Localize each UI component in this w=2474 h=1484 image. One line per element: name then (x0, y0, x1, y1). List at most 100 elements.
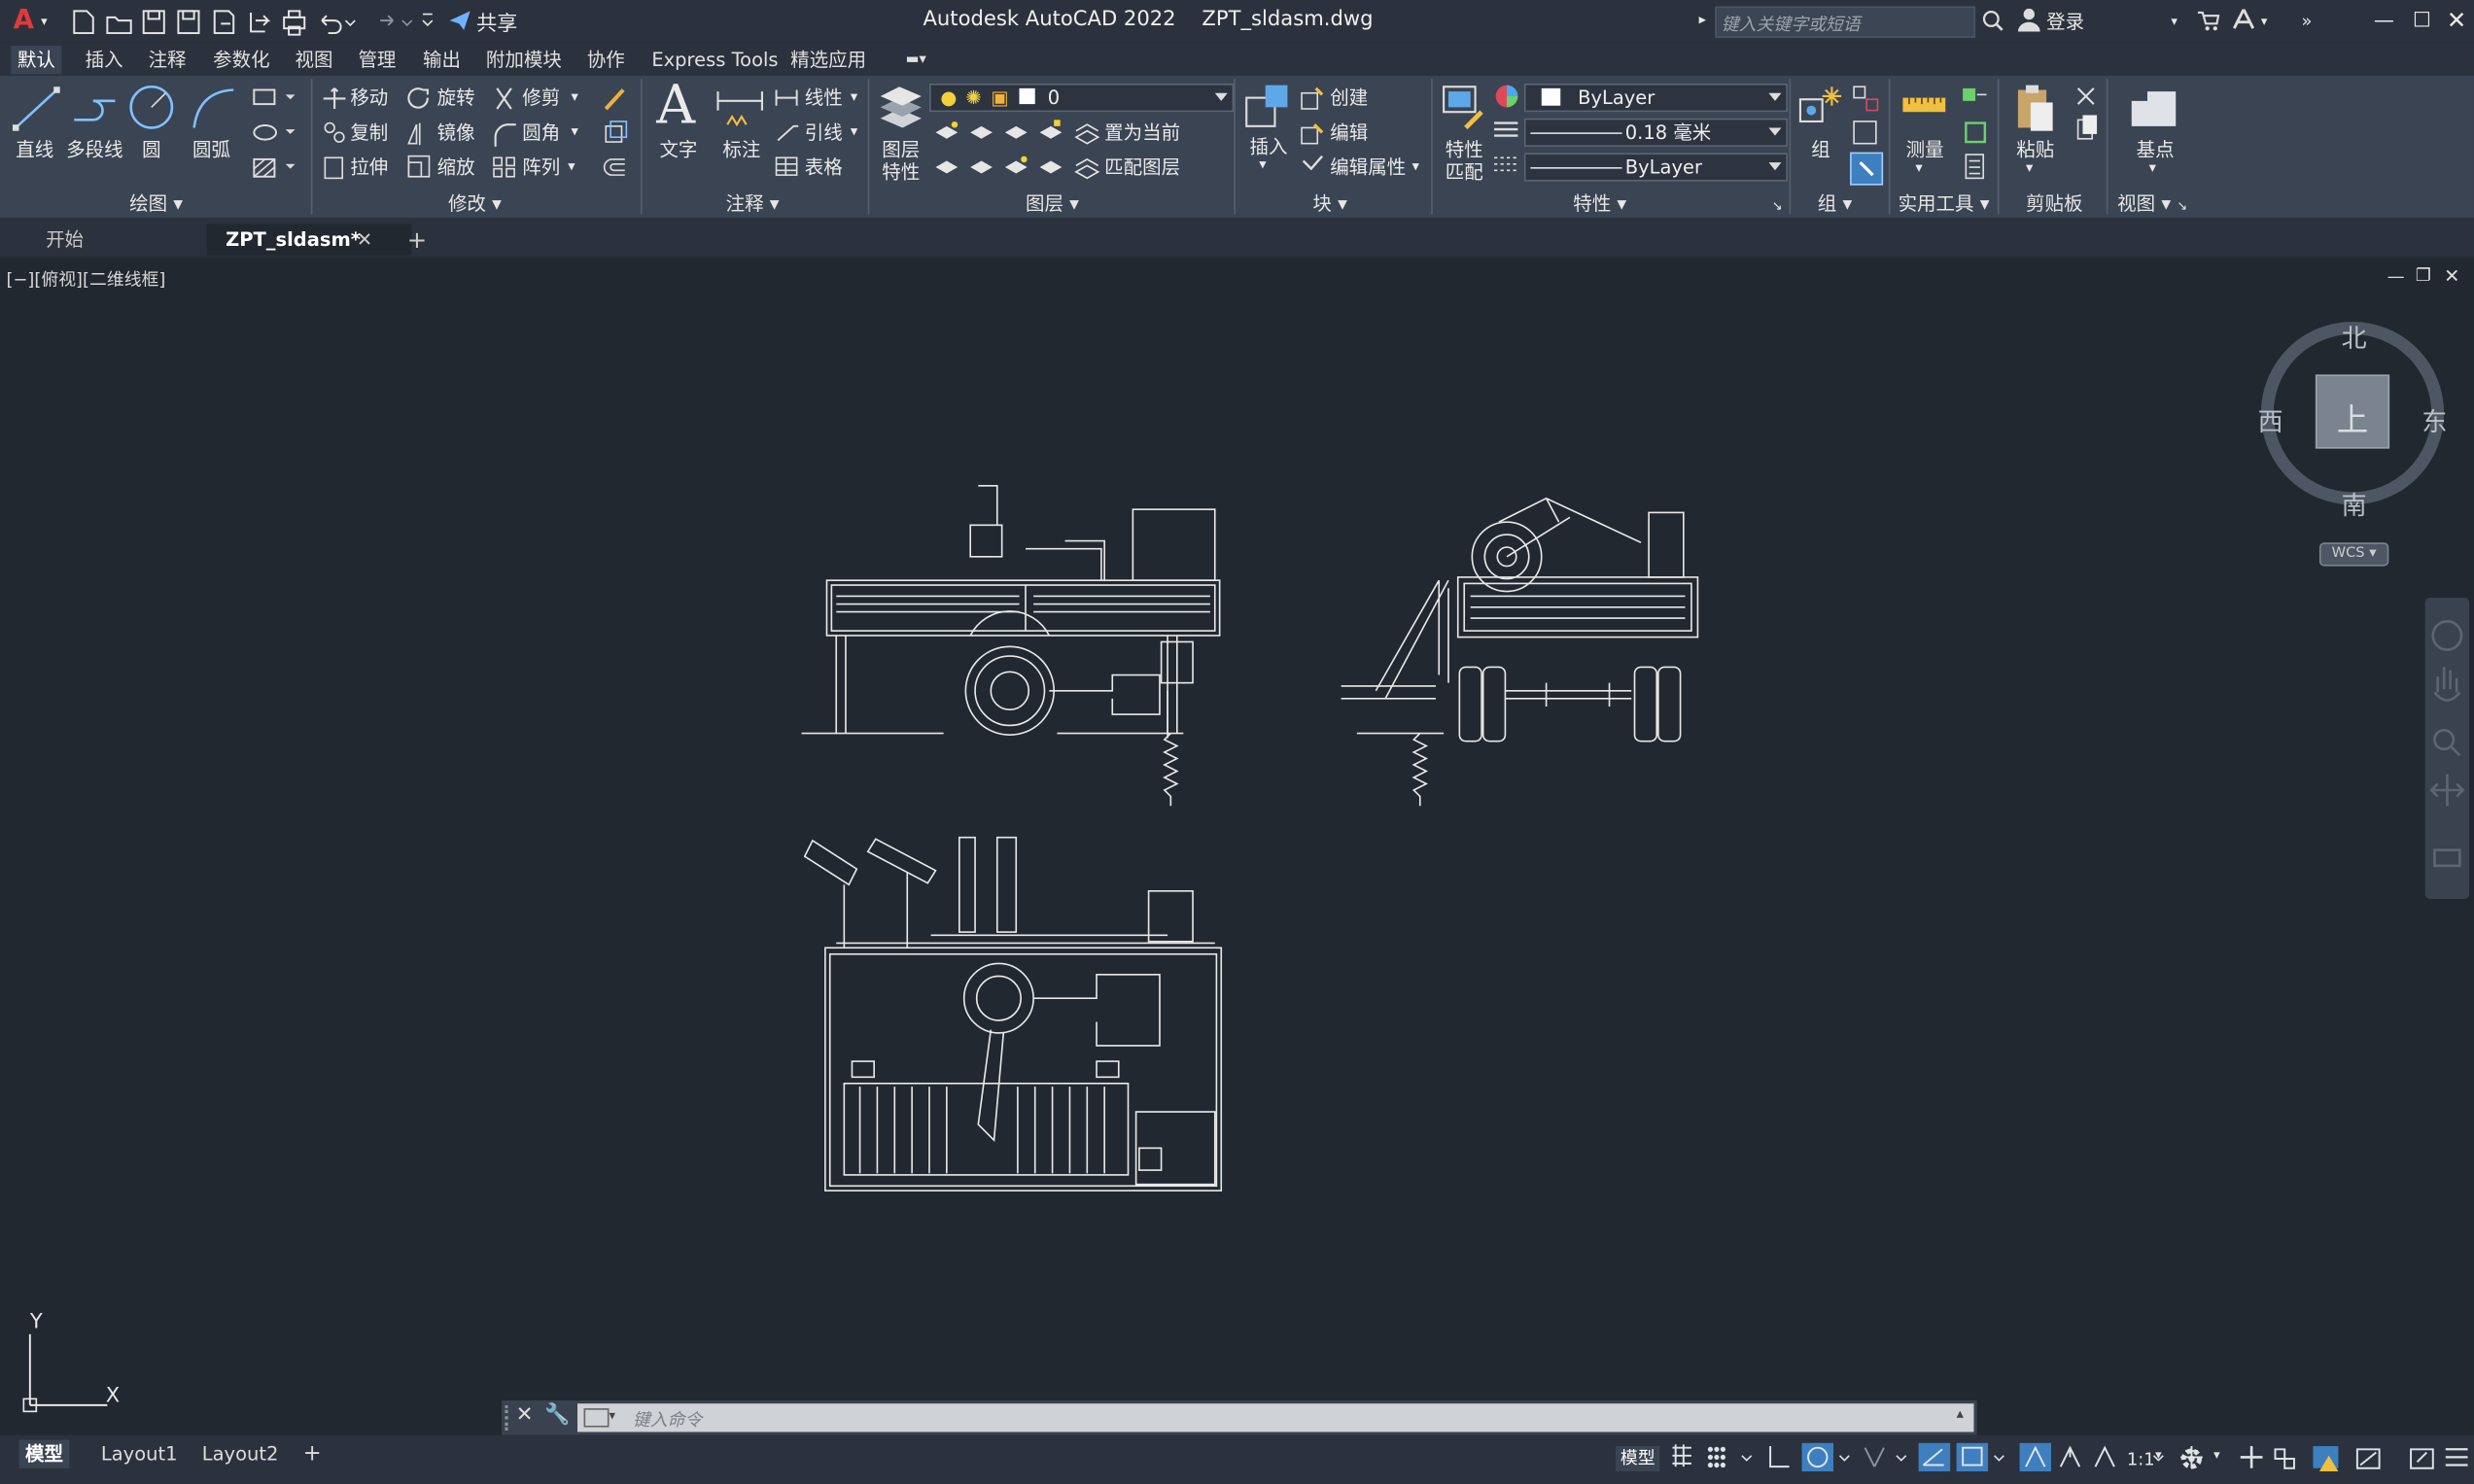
circle-button-label[interactable]: 圆 (142, 139, 161, 161)
polyline-button-label[interactable]: 多段线 (66, 139, 122, 161)
share-button[interactable]: 共享 (476, 6, 517, 35)
drawing-canvas[interactable]: [−][俯视][二维线框] — ❐ ✕ 北 南 东 西 上 WCS ▾ Y X (0, 257, 2474, 1435)
clipboard-tools[interactable] (2073, 86, 2102, 149)
array-button[interactable]: 阵列 (522, 156, 560, 179)
viewcube-south[interactable]: 南 (2342, 484, 2367, 522)
layer-tool-icons[interactable] (934, 120, 1076, 186)
tab-layout2[interactable]: Layout2 (195, 1440, 285, 1468)
line-icon[interactable] (12, 86, 60, 133)
chevron-down-icon[interactable]: ▾ (38, 6, 51, 34)
polyline-icon[interactable] (71, 86, 119, 133)
insert-block-icon[interactable] (1243, 82, 1294, 132)
layer-dropdown[interactable]: ● ✺ ▣ 0 (928, 84, 1235, 113)
linear-button[interactable]: 线性 (805, 86, 843, 109)
tab-output[interactable]: 输出 (416, 46, 467, 74)
chevron-down-icon[interactable]: ▾ (1915, 157, 1922, 180)
tab-layout1[interactable]: Layout1 (94, 1440, 184, 1468)
chevron-right-icon[interactable]: ▸ (1696, 6, 1709, 34)
wcs-menu[interactable]: WCS ▾ (2318, 542, 2389, 567)
chevron-up-icon[interactable]: ▴ (1957, 1406, 1964, 1422)
chevron-down-icon[interactable]: ▾ (572, 86, 578, 109)
gear-icon[interactable] (2178, 1444, 2209, 1475)
app-menu-button[interactable]: A (6, 5, 41, 36)
chevron-down-icon[interactable]: ▾ (568, 156, 575, 179)
add-layout-button[interactable]: + (296, 1440, 328, 1468)
dimension-button-label[interactable]: 标注 (722, 139, 760, 161)
tab-view[interactable]: 视图 (289, 46, 339, 74)
tab-express-tools[interactable]: Express Tools (645, 46, 784, 74)
move-button[interactable]: 移动 (350, 86, 388, 109)
insert-button-label[interactable]: 插入 (1249, 136, 1287, 158)
group-tool-icons[interactable] (1850, 84, 1884, 186)
tab-featured-apps[interactable]: 精选应用 (784, 46, 873, 74)
group-icon[interactable] (1797, 84, 1845, 134)
panel-launcher-icon[interactable]: ↘ (1772, 195, 1783, 218)
lineweight-dropdown[interactable]: 0.18 毫米 (1523, 118, 1788, 147)
view-panel-title[interactable]: 视图 ▾ ↘ (2117, 190, 2187, 216)
search-icon[interactable] (1982, 10, 2004, 32)
tab-current-file[interactable]: ZPT_sldasm* ✕ (206, 224, 412, 256)
viewport-close-button[interactable]: ✕ (2444, 265, 2459, 288)
edit-block-button[interactable]: 编辑 (1330, 121, 1368, 144)
color-dropdown[interactable]: ByLayer (1523, 84, 1788, 113)
chevron-down-icon[interactable]: ▾ (572, 121, 578, 144)
maximize-button[interactable]: ☐ (2409, 6, 2434, 34)
edit-attribute-button[interactable]: 编辑属性 (1330, 156, 1406, 179)
copy-button[interactable]: 复制 (350, 121, 388, 144)
tab-default[interactable]: 默认 (11, 46, 62, 75)
quick-access-toolbar[interactable] (69, 8, 434, 36)
command-input[interactable]: ▾ 键入命令 ▴ (577, 1403, 1974, 1432)
search-input[interactable]: 键入关键字或短语 (1715, 6, 1976, 38)
chevron-down-icon[interactable]: ▾ (2155, 1448, 2162, 1463)
scale-button[interactable]: 缩放 (437, 156, 475, 179)
fillet-button[interactable]: 圆角 (522, 121, 560, 144)
tab-parametric[interactable]: 参数化 (207, 46, 276, 74)
viewcube-east[interactable]: 东 (2422, 400, 2447, 438)
circle-icon[interactable] (127, 84, 178, 134)
arc-button-label[interactable]: 圆弧 (192, 139, 230, 161)
layers-panel-title[interactable]: 图层 ▾ (1026, 190, 1079, 216)
measure-icon[interactable] (1901, 91, 1949, 122)
groups-panel-title[interactable]: 组 ▾ (1818, 190, 1852, 216)
dimension-icon[interactable] (714, 86, 765, 134)
arc-icon[interactable] (190, 86, 237, 133)
command-icon[interactable] (583, 1408, 610, 1428)
base-view-icon[interactable] (2129, 88, 2179, 129)
draw-small-tools[interactable] (253, 86, 300, 185)
share-icon[interactable] (448, 10, 473, 32)
tab-annotate[interactable]: 注释 (142, 46, 192, 74)
user-icon[interactable] (2017, 8, 2040, 32)
rotate-button[interactable]: 旋转 (437, 86, 475, 109)
clipboard-panel-title[interactable]: 剪贴板 (2026, 190, 2082, 216)
block-panel-title[interactable]: 块 ▾ (1312, 190, 1346, 216)
match-layer-button[interactable]: 匹配图层 (1104, 156, 1180, 179)
annotation-scale[interactable]: 1:1 (2127, 1449, 2155, 1469)
utilities-panel-title[interactable]: 实用工具 ▾ (1899, 190, 1990, 216)
line-button-label[interactable]: 直线 (16, 139, 53, 161)
leader-button[interactable]: 引线 (805, 121, 843, 144)
chevron-down-icon[interactable]: ▾ (2149, 157, 2156, 180)
layer-properties-icon[interactable] (877, 84, 924, 134)
tab-start[interactable]: 开始 (26, 224, 212, 256)
paste-button-label[interactable]: 粘贴 (2016, 139, 2054, 161)
chevron-down-icon[interactable]: ▾ (2168, 6, 2180, 34)
chevron-down-icon[interactable]: ▾ (610, 1408, 616, 1423)
login-button[interactable]: 登录 (2046, 6, 2084, 34)
navigation-bar[interactable] (2424, 598, 2470, 899)
chevron-down-icon[interactable]: ▾ (2026, 157, 2033, 180)
status-toolbar[interactable] (1669, 1442, 2474, 1474)
utility-icons[interactable] (1961, 86, 1989, 184)
viewcube-top-face[interactable]: 上 (2337, 395, 2368, 440)
tab-collaborate[interactable]: 协作 (580, 46, 631, 74)
close-command-icon[interactable]: ✕ (516, 1403, 534, 1427)
minimize-button[interactable]: — (2371, 6, 2396, 34)
set-current-button[interactable]: 置为当前 (1104, 121, 1180, 144)
text-button-label[interactable]: 文字 (659, 139, 697, 161)
autodesk-app-icon[interactable] (2231, 8, 2256, 31)
chevron-down-icon[interactable]: ▾ (851, 86, 857, 109)
properties-panel-title[interactable]: 特性 ▾ (1573, 190, 1626, 216)
text-icon[interactable]: A (656, 78, 695, 134)
viewport-minimize-button[interactable]: — (2387, 266, 2405, 287)
close-button[interactable]: ✕ (2444, 6, 2469, 34)
viewcube-west[interactable]: 西 (2258, 400, 2283, 438)
